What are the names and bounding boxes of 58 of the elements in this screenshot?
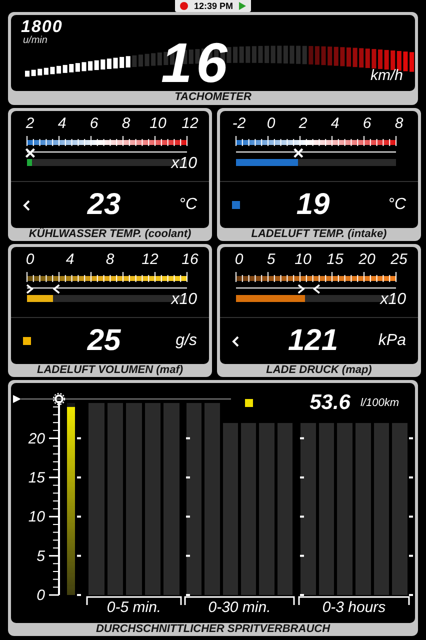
multiplier-label: x10 bbox=[171, 291, 197, 309]
scale-label: 10 bbox=[294, 251, 312, 268]
clock-text: 12:39 PM bbox=[194, 1, 234, 11]
gauge-value: 121 bbox=[286, 324, 340, 358]
gauge-value: 23 bbox=[86, 188, 122, 222]
scale-label: 6 bbox=[88, 115, 100, 132]
scale-label: 2 bbox=[298, 115, 308, 132]
scale-label: 8 bbox=[394, 115, 404, 132]
speed-unit: km/h bbox=[370, 67, 403, 84]
unit-label: °C bbox=[387, 196, 406, 214]
axis-label: 10 bbox=[28, 508, 45, 526]
category-label: 0-5 min. bbox=[106, 599, 162, 616]
axis-label: 20 bbox=[28, 430, 45, 448]
scale-label: 15 bbox=[326, 251, 344, 268]
panel-title: TACHOMETER bbox=[174, 91, 252, 104]
scale-label: -2 bbox=[231, 115, 247, 132]
scale-label: 12 bbox=[180, 115, 200, 132]
unit-label: g/s bbox=[174, 332, 197, 350]
scale-label: 4 bbox=[64, 251, 76, 268]
scale-label: 20 bbox=[358, 251, 376, 268]
category-label: 0-30 min. bbox=[208, 599, 271, 616]
scale-label: 0 bbox=[234, 251, 244, 268]
multiplier-label: x10 bbox=[380, 291, 406, 309]
scale-label: 8 bbox=[120, 115, 132, 132]
scale-label: 0 bbox=[266, 115, 276, 132]
gauge-title: LADE DRUCK (map) bbox=[265, 364, 373, 377]
axis-label: 5 bbox=[36, 548, 45, 565]
chevron-left-icon[interactable] bbox=[23, 200, 30, 210]
scale-label: 6 bbox=[362, 115, 372, 132]
gauge-value: 19 bbox=[295, 188, 331, 222]
axis-label: 0 bbox=[36, 587, 45, 604]
scale-label: 16 bbox=[180, 251, 200, 268]
scale-label: 0 bbox=[24, 251, 36, 268]
scale-label: 8 bbox=[104, 251, 116, 268]
consumption-value: 53.6 bbox=[308, 390, 350, 414]
axis-label: 15 bbox=[28, 469, 45, 486]
scale-label: 10 bbox=[148, 115, 168, 132]
gauge-value: 25 bbox=[86, 324, 122, 358]
rpm-value: 1800 bbox=[21, 17, 63, 36]
scale-label: 12 bbox=[140, 251, 160, 268]
scale-label: 2 bbox=[24, 115, 36, 132]
multiplier-label: x10 bbox=[171, 155, 197, 173]
unit-label: kPa bbox=[377, 332, 406, 350]
rpm-unit: u/min bbox=[23, 35, 48, 46]
chevron-left-icon[interactable] bbox=[232, 336, 239, 346]
play-marker-icon bbox=[13, 395, 21, 403]
gauge-title: LADELUFT VOLUMEN (maf) bbox=[36, 364, 184, 377]
unit-label: l/100km bbox=[360, 396, 399, 408]
scale-label: 5 bbox=[266, 251, 276, 268]
category-label: 0-3 hours bbox=[322, 599, 386, 616]
scale-label: 25 bbox=[390, 251, 408, 268]
unit-label: °C bbox=[178, 196, 197, 214]
panel-title: DURCHSCHNITTLICHER SPRITVERBRAUCH bbox=[94, 623, 332, 636]
scale-label: 4 bbox=[56, 115, 68, 132]
gauge-title: LADELUFT TEMP. (intake) bbox=[250, 228, 388, 241]
gauge-title: KÜHLWASSER TEMP. (coolant) bbox=[28, 228, 192, 241]
speed-value: 16 bbox=[161, 33, 232, 93]
scale-label: 4 bbox=[330, 115, 340, 132]
